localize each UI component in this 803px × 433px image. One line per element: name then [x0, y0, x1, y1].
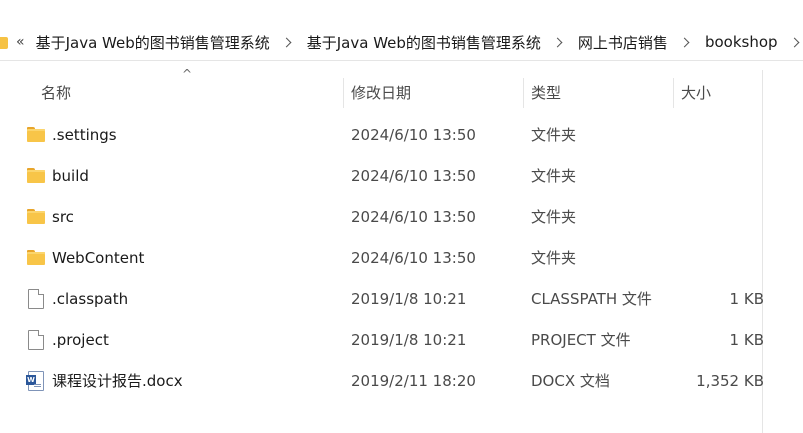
file-row-src[interactable]: src 2024/6/10 13:50 文件夹 — [0, 196, 803, 237]
file-size: 1 KB — [680, 278, 764, 319]
file-size — [680, 155, 764, 196]
folder-icon — [26, 166, 46, 186]
file-name: 课程设计报告.docx — [52, 372, 183, 390]
file-name: .classpath — [52, 289, 129, 308]
file-row-webcontent[interactable]: WebContent 2024/6/10 13:50 文件夹 — [0, 237, 803, 278]
file-name-cell: .classpath — [26, 278, 128, 319]
folder-icon — [26, 125, 46, 145]
column-header-type[interactable]: 类型 — [531, 70, 671, 114]
file-name: WebContent — [52, 248, 145, 267]
chevron-right-icon[interactable] — [789, 37, 799, 47]
file-name: .project — [52, 330, 109, 349]
file-name-cell: build — [26, 155, 89, 196]
file-name: src — [52, 207, 74, 226]
column-header-size[interactable]: 大小 — [681, 70, 756, 114]
column-divider[interactable] — [673, 78, 674, 108]
file-size — [680, 196, 764, 237]
word-document-icon — [26, 370, 44, 391]
file-date: 2024/6/10 13:50 — [351, 166, 476, 185]
column-header-date[interactable]: 修改日期 — [351, 70, 521, 114]
file-date: 2024/6/10 13:50 — [351, 207, 476, 226]
chevron-right-icon[interactable] — [281, 37, 292, 47]
file-name-cell: src — [26, 196, 74, 237]
file-row-report-docx[interactable]: 课程设计报告.docx 2019/2/11 18:20 DOCX 文档 1,35… — [0, 360, 803, 401]
breadcrumb-item[interactable]: 网上书店销售 — [575, 32, 671, 53]
file-name-cell: .settings — [26, 114, 117, 155]
file-date: 2024/6/10 13:50 — [351, 248, 476, 267]
file-row-project[interactable]: .project 2019/1/8 10:21 PROJECT 文件 1 KB — [0, 319, 803, 360]
file-size — [680, 237, 764, 278]
column-header-name[interactable]: 名称 — [41, 70, 341, 114]
file-list: .settings 2024/6/10 13:50 文件夹 build 2024… — [0, 114, 803, 401]
file-size-text: 1 KB — [729, 330, 764, 349]
file-date: 2019/1/8 10:21 — [351, 330, 467, 349]
file-row-settings[interactable]: .settings 2024/6/10 13:50 文件夹 — [0, 114, 803, 155]
file-name-cell: WebContent — [26, 237, 144, 278]
file-name-cell: .project — [26, 319, 109, 360]
file-size-text: 1 KB — [729, 289, 764, 308]
file-type: DOCX 文档 — [531, 372, 610, 390]
file-date: 2019/2/11 18:20 — [351, 371, 476, 390]
folder-icon — [26, 248, 46, 268]
file-size: 1,352 KB — [680, 360, 764, 401]
address-bar[interactable]: « 基于Java Web的图书销售管理系统 基于Java Web的图书销售管理系… — [0, 0, 803, 61]
column-divider[interactable] — [343, 78, 344, 108]
chevron-right-icon[interactable] — [679, 37, 690, 47]
file-type: CLASSPATH 文件 — [531, 290, 652, 308]
file-type: 文件夹 — [531, 167, 577, 185]
file-size: 1 KB — [680, 319, 764, 360]
file-type: PROJECT 文件 — [531, 331, 631, 349]
file-row-classpath[interactable]: .classpath 2019/1/8 10:21 CLASSPATH 文件 1… — [0, 278, 803, 319]
file-row-build[interactable]: build 2024/6/10 13:50 文件夹 — [0, 155, 803, 196]
chevron-right-icon[interactable] — [552, 37, 563, 47]
file-name: build — [52, 166, 89, 185]
column-divider[interactable] — [523, 78, 524, 108]
file-name-cell: 课程设计报告.docx — [26, 360, 183, 401]
file-type: 文件夹 — [531, 126, 577, 144]
file-type: 文件夹 — [531, 249, 577, 267]
file-type: 文件夹 — [531, 208, 577, 226]
file-icon — [28, 288, 44, 309]
column-header-row: ^ 名称 修改日期 类型 大小 — [0, 68, 803, 114]
breadcrumb-item[interactable]: 基于Java Web的图书销售管理系统 — [304, 32, 544, 53]
file-name: .settings — [52, 125, 117, 144]
file-date: 2024/6/10 13:50 — [351, 125, 476, 144]
file-size — [680, 114, 764, 155]
folder-icon — [0, 35, 10, 49]
file-icon — [28, 329, 44, 350]
folder-icon — [26, 207, 46, 227]
file-date: 2019/1/8 10:21 — [351, 289, 467, 308]
breadcrumb: « 基于Java Web的图书销售管理系统 基于Java Web的图书销售管理系… — [0, 28, 803, 56]
file-size-text: 1,352 KB — [696, 371, 764, 390]
breadcrumb-item[interactable]: 基于Java Web的图书销售管理系统 — [33, 32, 273, 53]
breadcrumb-item-current[interactable]: bookshop — [702, 33, 781, 51]
breadcrumb-overflow-button[interactable]: « — [16, 34, 25, 50]
